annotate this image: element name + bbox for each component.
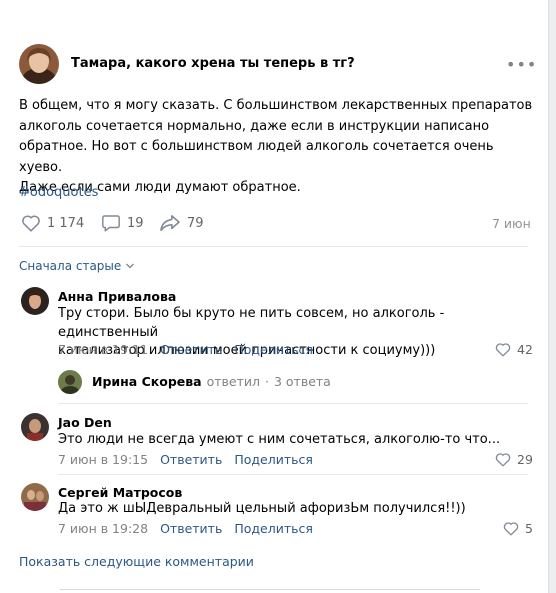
reply-count: 3 ответа [273,374,331,389]
comment-like-count: 5 [525,521,533,536]
chevron-down-icon [126,263,135,269]
show-more-comments-button[interactable]: Показать следующие комментарии [19,554,254,569]
divider [58,403,528,404]
reply-button[interactable]: Ответить [160,521,222,536]
post-text-line: алкоголь сочетается нормально, даже если… [19,118,490,134]
share-count: 79 [187,215,204,231]
avatar[interactable] [21,483,49,511]
heart-icon [22,215,40,232]
bottom-divider [60,589,480,590]
share-comment-button[interactable]: Поделиться [234,452,313,467]
like-button[interactable]: 1 174 [21,214,84,232]
reply-author: Ирина Скорева [92,374,202,389]
divider [19,246,528,247]
comment-text: Да это ж шЫДевральный цельный афоризЬм п… [58,500,466,519]
reply-separator: · [265,374,269,389]
post-text: В общем, что я могу сказать. С большинст… [19,96,534,199]
comment-like-button[interactable]: 5 [503,521,533,536]
heart-icon [495,343,511,357]
share-comment-button[interactable]: Поделиться [234,521,313,536]
comment-text-line: Это люди не всегда умеют с ним сочетатьс… [58,432,501,447]
post-author-avatar[interactable] [19,44,59,84]
share-button[interactable]: 79 [159,214,204,232]
comment-like-count: 29 [517,452,533,467]
comment-time[interactable]: 7 июн в 19:11 [58,342,148,357]
divider [58,474,528,475]
heart-icon [495,453,511,467]
comment-button[interactable]: 19 [101,214,144,232]
avatar[interactable] [21,413,49,441]
like-count: 1 174 [47,215,85,231]
comment-like-button[interactable]: 29 [495,452,533,467]
sort-label: Сначала старые [19,259,122,273]
share-comment-button[interactable]: Поделиться [234,342,313,357]
comment-meta: 7 июн в 19:28 Ответить Поделиться [58,521,313,536]
comment-time[interactable]: 7 июн в 19:28 [58,521,148,536]
avatar[interactable] [21,287,49,315]
comment-text: Это люди не всегда умеют с ним сочетатьс… [58,431,500,450]
comment-like-button[interactable]: 42 [495,342,533,357]
post-card: Тамара, какого хрена ты теперь в тг? •••… [0,0,549,593]
comment-meta: 7 июн в 19:15 Ответить Поделиться [58,452,313,467]
post-hashtag[interactable]: #odoquotes [19,185,98,200]
comment-author[interactable]: Анна Привалова [58,289,176,304]
comment-meta: 7 июн в 19:11 Ответить Поделиться [58,342,313,357]
avatar[interactable] [58,370,82,394]
more-options-icon[interactable]: ••• [506,55,537,74]
reply-verb: ответил [206,374,260,389]
reply-button[interactable]: Ответить [160,452,222,467]
replies-thread-link[interactable]: Ирина Скорева ответил · 3 ответа [92,374,331,389]
comment-icon [102,215,120,232]
comment-text-line: Тру стори. Было бы круто не пить совсем,… [58,306,445,340]
post-text-line: В общем, что я могу сказать. С большинст… [19,98,533,113]
heart-icon [503,522,519,536]
comments-sort-dropdown[interactable]: Сначала старые [19,259,135,273]
comment-count: 19 [127,215,144,231]
reply-button[interactable]: Ответить [160,342,222,357]
comment-like-count: 42 [517,342,533,357]
post-date[interactable]: 7 июн [492,216,531,231]
comment-text-line: Да это ж шЫДевральный цельный афоризЬм п… [58,501,466,516]
comment-time[interactable]: 7 июн в 19:15 [58,452,148,467]
comment-author[interactable]: Jao Den [58,415,112,430]
post-text-line: обратное. Но вот с большинством людей ал… [19,139,494,175]
post-title[interactable]: Тамара, какого хрена ты теперь в тг? [71,56,355,71]
share-icon [160,214,180,232]
comment-author[interactable]: Сергей Матросов [58,485,182,500]
